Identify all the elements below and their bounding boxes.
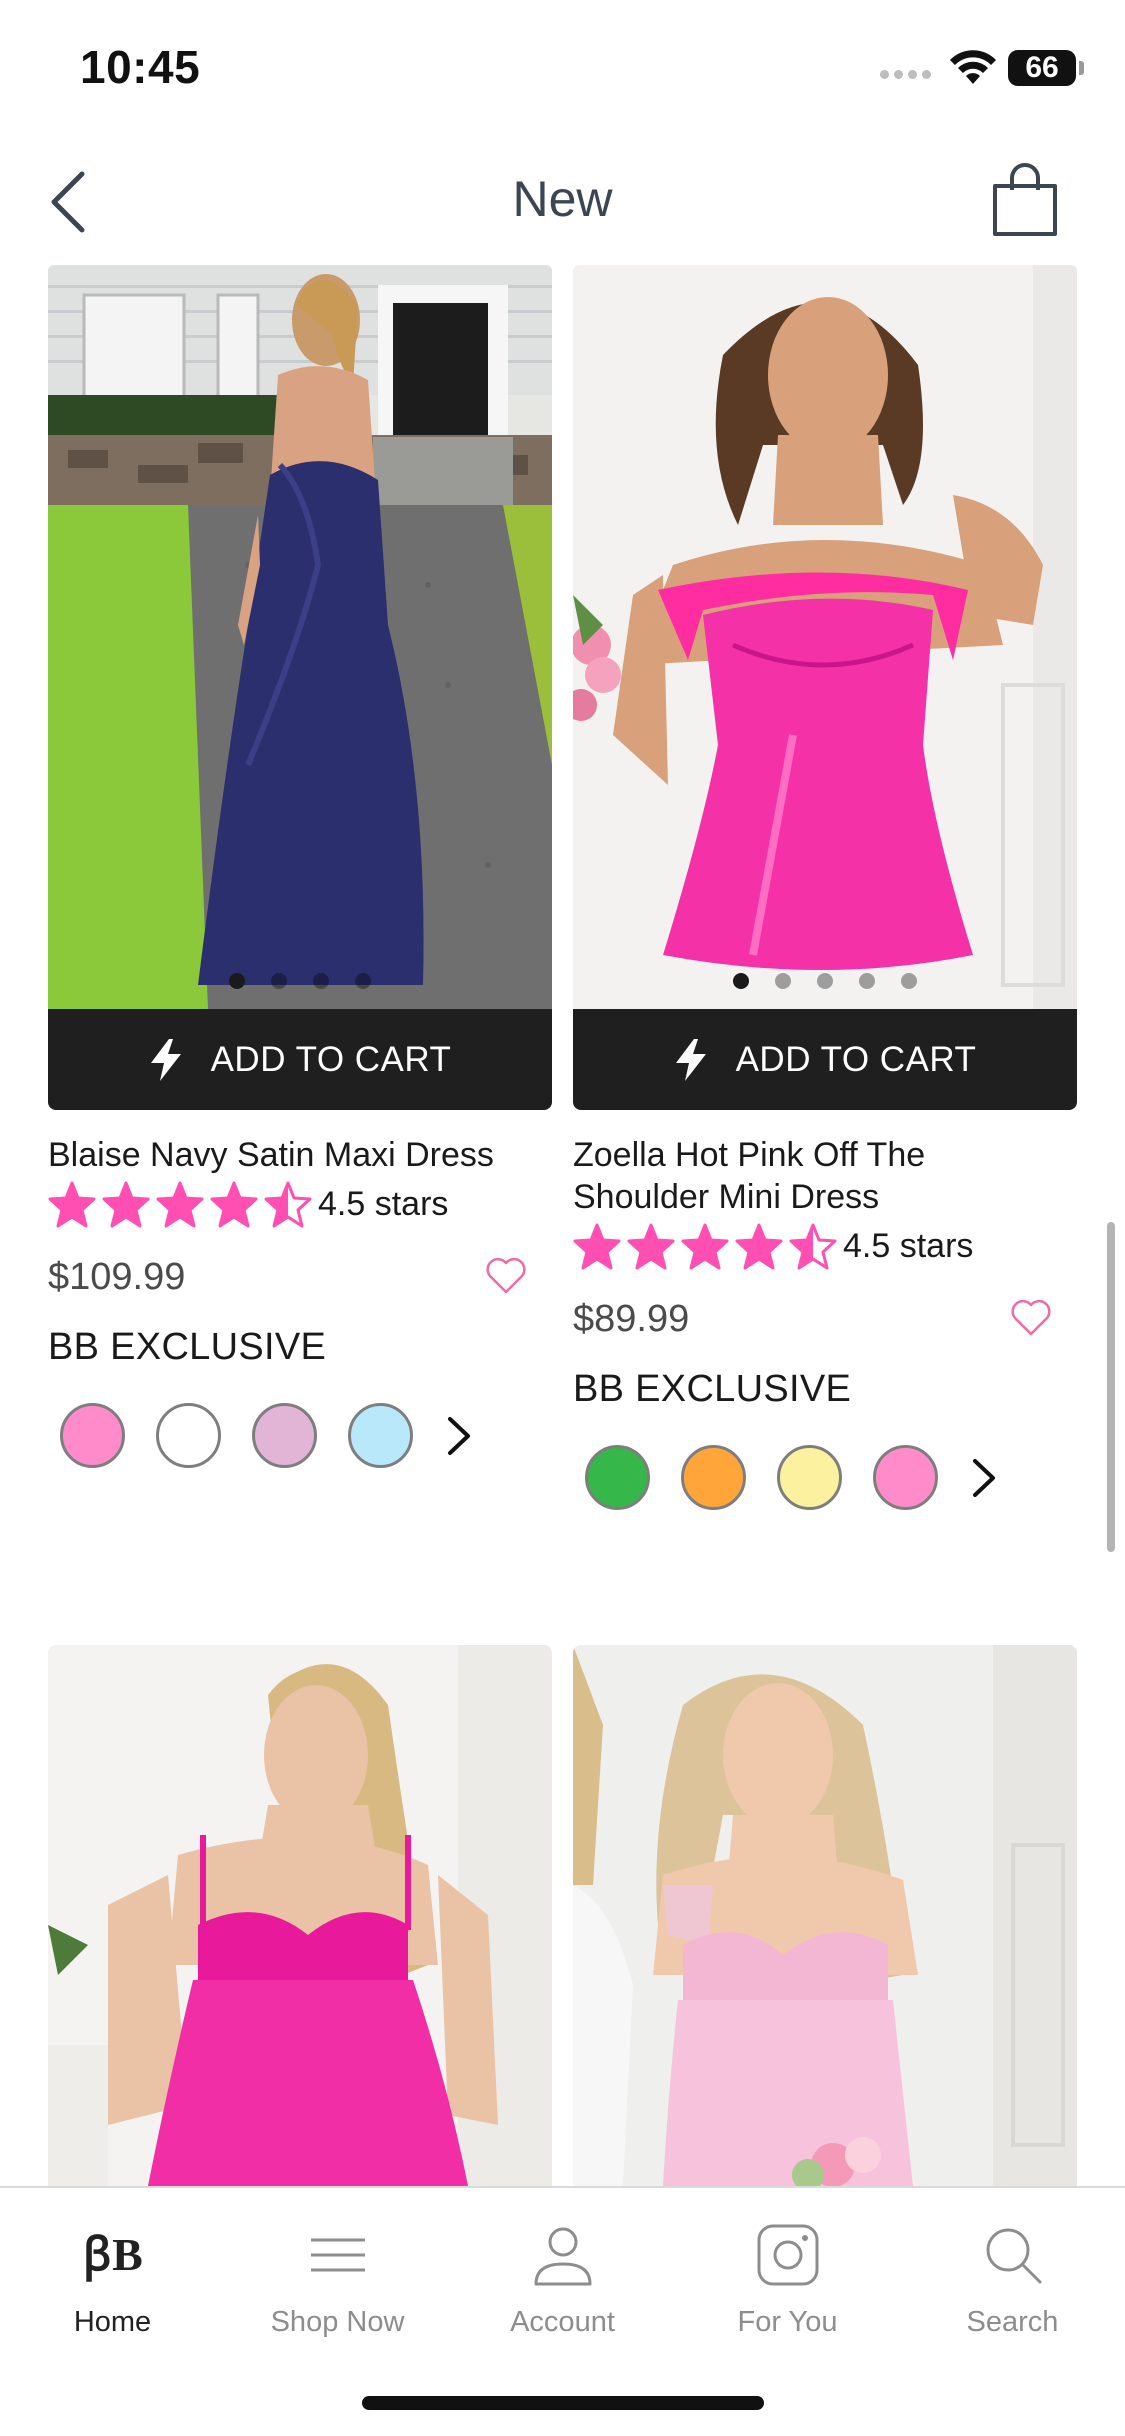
color-swatch[interactable]	[585, 1445, 650, 1510]
lightning-bolt-icon	[150, 1038, 181, 1081]
product-image[interactable]	[48, 1645, 552, 2186]
star-rating	[573, 1222, 837, 1270]
product-photo	[573, 265, 1077, 1009]
status-bar: 10:45 66	[0, 0, 1125, 140]
carousel-dot[interactable]	[229, 973, 245, 989]
color-swatches	[573, 1445, 1077, 1510]
rating-text: 4.5 stars	[843, 1226, 974, 1265]
product-price: $89.99	[573, 1298, 690, 1340]
color-swatch[interactable]	[873, 1445, 938, 1510]
color-swatch[interactable]	[681, 1445, 746, 1510]
exclusive-badge: BB EXCLUSIVE	[48, 1326, 327, 1368]
color-swatch[interactable]	[60, 1403, 125, 1468]
exclusive-badge: BB EXCLUSIVE	[573, 1368, 852, 1410]
price-row: $89.99	[573, 1284, 1077, 1354]
carousel-dot[interactable]	[775, 973, 791, 989]
add-to-cart-button[interactable]: ADD TO CART	[48, 1009, 552, 1110]
carousel-dot[interactable]	[733, 973, 749, 989]
product-card[interactable]	[48, 1645, 552, 2186]
star-icon	[627, 1223, 675, 1270]
search-icon	[986, 2228, 1041, 2284]
color-swatch[interactable]	[252, 1403, 317, 1468]
tab-label: Account	[510, 2306, 615, 2338]
battery-indicator: 66	[1008, 50, 1076, 86]
tab-search[interactable]: Search	[900, 2218, 1125, 2338]
page-title: New	[512, 171, 613, 227]
cellular-signal-icon	[880, 70, 931, 79]
star-icon	[48, 1181, 96, 1228]
star-icon	[681, 1223, 729, 1270]
product-image[interactable]	[48, 265, 552, 1009]
status-time: 10:45	[80, 41, 201, 93]
color-swatch[interactable]	[777, 1445, 842, 1510]
svg-text:ꞵB: ꞵB	[83, 2229, 143, 2282]
star-icon	[735, 1223, 783, 1270]
add-to-cart-button[interactable]: ADD TO CART	[573, 1009, 1077, 1110]
menu-icon	[310, 2238, 365, 2272]
image-carousel-dots[interactable]	[48, 973, 552, 989]
product-price: $109.99	[48, 1256, 186, 1298]
star-icon	[264, 1181, 312, 1228]
carousel-dot[interactable]	[313, 973, 329, 989]
tab-account[interactable]: Account	[450, 2218, 675, 2338]
product-card[interactable]	[573, 1645, 1077, 2186]
carousel-dot[interactable]	[355, 973, 371, 989]
person-icon	[534, 2227, 591, 2286]
star-icon	[573, 1223, 621, 1270]
tab-label: Home	[73, 2306, 152, 2338]
color-swatch[interactable]	[156, 1403, 221, 1468]
battery-cap	[1079, 61, 1084, 75]
product-card[interactable]: ADD TO CART Zoella Hot Pink Off The Shou…	[573, 265, 1077, 1510]
product-photo	[48, 1645, 552, 2186]
price-row: $109.99	[48, 1242, 552, 1312]
carousel-dot[interactable]	[901, 973, 917, 989]
instagram-icon	[757, 2224, 818, 2286]
carousel-dot[interactable]	[859, 973, 875, 989]
product-image[interactable]	[573, 265, 1077, 1009]
product-image[interactable]	[573, 1645, 1077, 2186]
product-rating: 4.5 stars	[573, 1220, 1077, 1272]
product-rating: 4.5 stars	[48, 1178, 552, 1230]
tab-label: For You	[737, 2306, 838, 2338]
product-card[interactable]: ADD TO CART Blaise Navy Satin Maxi Dress…	[48, 265, 552, 1468]
tab-shop-now[interactable]: Shop Now	[225, 2218, 450, 2338]
home-indicator	[362, 2396, 764, 2410]
tab-label: Search	[966, 2306, 1059, 2338]
rating-text: 4.5 stars	[318, 1184, 449, 1223]
lightning-bolt-icon	[675, 1038, 706, 1081]
product-photo	[573, 1645, 1077, 2186]
product-name[interactable]: Blaise Navy Satin Maxi Dress	[48, 1134, 552, 1176]
star-icon	[210, 1181, 258, 1228]
carousel-dot[interactable]	[271, 973, 287, 989]
add-to-cart-label: ADD TO CART	[210, 1039, 452, 1079]
star-icon	[156, 1181, 204, 1228]
star-icon	[789, 1223, 837, 1270]
vertical-scrollbar[interactable]	[1107, 1222, 1115, 1552]
navigation-bar: New	[0, 140, 1125, 265]
add-to-cart-label: ADD TO CART	[735, 1039, 977, 1079]
tab-home[interactable]: ꞵB Home	[0, 2218, 225, 2338]
image-carousel-dots[interactable]	[573, 973, 1077, 989]
heart-icon[interactable]	[484, 1254, 528, 1298]
chevron-right-icon[interactable]	[440, 1411, 476, 1461]
wifi-icon	[950, 50, 996, 84]
product-photo	[48, 265, 552, 1009]
tab-label: Shop Now	[270, 2306, 405, 2338]
chevron-right-icon[interactable]	[965, 1453, 1001, 1503]
carousel-dot[interactable]	[817, 973, 833, 989]
tab-for-you[interactable]: For You	[675, 2218, 900, 2338]
brand-logo-icon: ꞵB	[83, 2229, 143, 2282]
star-rating	[48, 1180, 312, 1228]
shopping-bag-icon[interactable]	[990, 160, 1060, 240]
color-swatch[interactable]	[348, 1403, 413, 1468]
heart-icon[interactable]	[1009, 1296, 1053, 1340]
color-swatches	[48, 1403, 552, 1468]
product-name[interactable]: Zoella Hot Pink Off The Shoulder Mini Dr…	[573, 1134, 993, 1218]
star-icon	[102, 1181, 150, 1228]
